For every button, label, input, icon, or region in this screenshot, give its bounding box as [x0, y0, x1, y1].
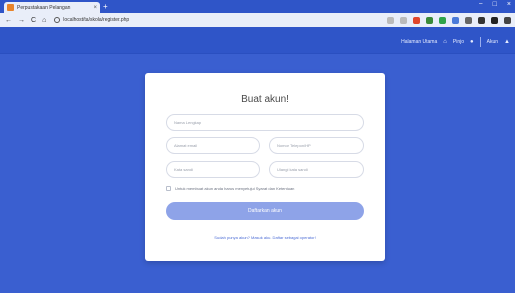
profile-icon[interactable] [491, 16, 498, 24]
password-confirm-placeholder: Ulangi kata sandi [277, 167, 308, 172]
browser-toolbar: ← → C ⌂ localhost/ta/skola/register.php [0, 13, 515, 27]
password-input[interactable]: Kata sandi [166, 161, 260, 178]
terms-checkbox[interactable] [166, 186, 171, 191]
extension-icon[interactable] [465, 16, 472, 24]
forward-button[interactable]: → [18, 17, 25, 24]
extension-icon[interactable] [452, 16, 459, 24]
tab-close-button[interactable]: × [93, 5, 97, 11]
nav-link-akun[interactable]: Akun [487, 39, 498, 45]
tab-title: Perpustakaan Pelangan [17, 4, 71, 11]
register-card: Buat akun! Nama Lengkap Alamat email Nom… [145, 73, 385, 261]
email-input[interactable]: Alamat email [166, 137, 260, 154]
app-navbar: Halaman Utama ⌂ Pinjo ● Akun ▲ [0, 27, 515, 54]
account-icon: ▲ [504, 39, 510, 45]
register-button[interactable]: Daftarkan akun [166, 202, 364, 220]
browser-tab-bar: Perpustakaan Pelangan × + − □ × [0, 0, 515, 13]
maximize-button[interactable]: □ [493, 1, 497, 8]
url-text: localhost/ta/skola/register.php [63, 17, 130, 23]
puzzle-icon[interactable] [478, 16, 485, 24]
extension-icon[interactable] [439, 16, 446, 24]
back-button[interactable]: ← [5, 17, 12, 24]
terms-checkbox-row[interactable]: Untuk membuat akun anda harus menyetujui… [166, 186, 294, 191]
full-name-input[interactable]: Nama Lengkap [166, 114, 364, 131]
minimize-button[interactable]: − [479, 1, 483, 8]
password-confirm-input[interactable]: Ulangi kata sandi [269, 161, 364, 178]
close-window-button[interactable]: × [507, 1, 511, 8]
terms-label: Untuk membuat akun anda harus menyetujui… [175, 186, 295, 191]
user-icon: ● [470, 39, 474, 45]
address-bar[interactable]: localhost/ta/skola/register.php [54, 15, 387, 25]
extensions-area [387, 16, 511, 24]
email-placeholder: Alamat email [174, 143, 198, 148]
opera-extension-icon[interactable] [413, 16, 420, 24]
home-icon: ⌂ [443, 39, 447, 45]
navbar-links: Halaman Utama ⌂ Pinjo ● Akun ▲ [401, 37, 510, 47]
page-title: Buat akun! [241, 94, 289, 105]
nav-link-home[interactable]: Halaman Utama [401, 39, 437, 45]
home-button[interactable]: ⌂ [42, 17, 46, 24]
phone-input[interactable]: Nomor Telepon/HP [269, 137, 364, 154]
nav-link-pinjo[interactable]: Pinjo [453, 39, 464, 45]
phone-placeholder: Nomor Telepon/HP [277, 143, 311, 148]
password-placeholder: Kata sandi [174, 167, 193, 172]
star-icon[interactable] [400, 16, 407, 24]
favicon-icon [7, 4, 14, 11]
site-info-icon[interactable] [54, 17, 61, 23]
full-name-placeholder: Nama Lengkap [174, 120, 202, 125]
browser-tab[interactable]: Perpustakaan Pelangan × [4, 2, 100, 13]
new-tab-button[interactable]: + [103, 2, 108, 11]
window-controls: − □ × [479, 1, 511, 8]
share-icon[interactable] [387, 16, 394, 24]
login-link[interactable]: Sudah punya akun? Masuk aku. Daftar seba… [145, 235, 385, 240]
extension-icon[interactable] [426, 16, 433, 24]
navbar-divider [479, 37, 481, 47]
reload-button[interactable]: C [31, 17, 36, 24]
browser-nav: ← → C ⌂ [5, 17, 46, 24]
menu-icon[interactable] [504, 16, 511, 24]
